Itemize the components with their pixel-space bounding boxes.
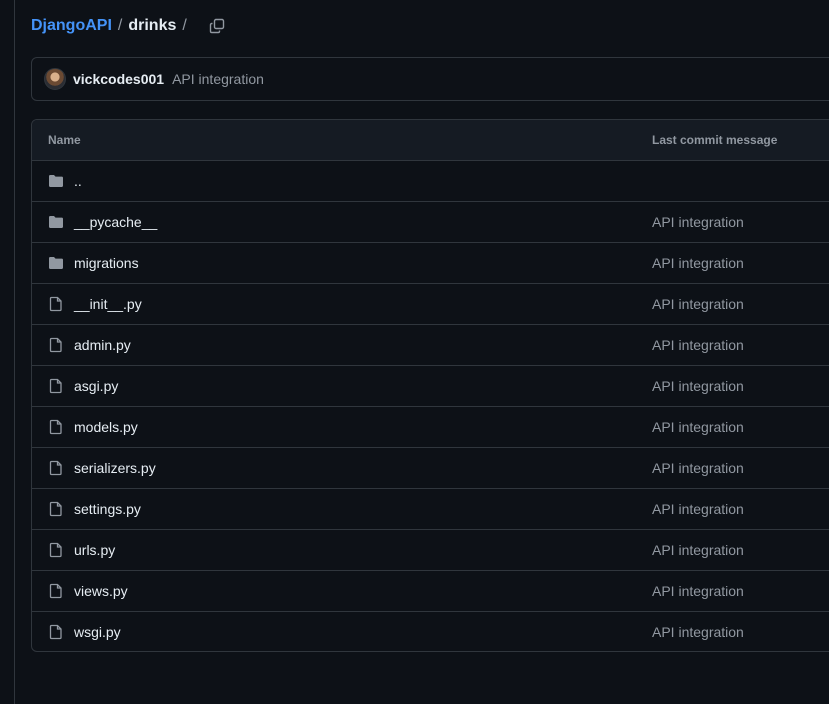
- avatar[interactable]: [44, 68, 66, 90]
- commit-message-link[interactable]: API integration: [652, 624, 744, 640]
- commit-message-link[interactable]: API integration: [652, 542, 744, 558]
- commit-message-link[interactable]: API integration: [652, 337, 744, 353]
- commit-message-link[interactable]: API integration: [652, 419, 744, 435]
- folder-name-link[interactable]: __pycache__: [74, 214, 157, 230]
- file-name-link[interactable]: settings.py: [74, 501, 141, 517]
- table-row[interactable]: wsgi.py API integration: [32, 612, 829, 651]
- file-icon: [48, 296, 64, 312]
- file-name-link[interactable]: models.py: [74, 419, 138, 435]
- left-rail: [0, 0, 15, 704]
- breadcrumb-repo-link[interactable]: DjangoAPI: [31, 17, 112, 35]
- parent-directory-link[interactable]: ..: [74, 173, 82, 189]
- folder-name-link[interactable]: migrations: [74, 255, 139, 271]
- file-icon: [48, 419, 64, 435]
- file-name-link[interactable]: admin.py: [74, 337, 131, 353]
- file-icon: [48, 624, 64, 640]
- table-row[interactable]: models.py API integration: [32, 407, 829, 448]
- file-icon: [48, 583, 64, 599]
- table-header: Name Last commit message: [32, 120, 829, 161]
- file-name-link[interactable]: wsgi.py: [74, 624, 121, 640]
- commit-message-link[interactable]: API integration: [172, 71, 264, 87]
- header-name: Name: [48, 133, 81, 147]
- breadcrumb-separator: /: [117, 17, 123, 34]
- commit-message-link[interactable]: API integration: [652, 378, 744, 394]
- commit-message-link[interactable]: API integration: [652, 255, 744, 271]
- folder-icon: [48, 214, 64, 230]
- table-row[interactable]: asgi.py API integration: [32, 366, 829, 407]
- copy-icon: [209, 18, 225, 34]
- commit-message-link[interactable]: API integration: [652, 214, 744, 230]
- commit-message-link[interactable]: API integration: [652, 296, 744, 312]
- latest-commit-box: vickcodes001 API integration: [31, 57, 829, 101]
- table-row[interactable]: serializers.py API integration: [32, 448, 829, 489]
- commit-message-link[interactable]: API integration: [652, 583, 744, 599]
- table-row[interactable]: __pycache__ API integration: [32, 202, 829, 243]
- file-icon: [48, 460, 64, 476]
- folder-icon: [48, 255, 64, 271]
- copy-path-button[interactable]: [203, 14, 231, 38]
- file-name-link[interactable]: urls.py: [74, 542, 115, 558]
- file-icon: [48, 542, 64, 558]
- breadcrumb-trailing-separator: /: [182, 17, 187, 34]
- file-icon: [48, 501, 64, 517]
- file-name-link[interactable]: views.py: [74, 583, 128, 599]
- parent-directory-row[interactable]: ..: [32, 161, 829, 202]
- file-name-link[interactable]: serializers.py: [74, 460, 156, 476]
- table-row[interactable]: settings.py API integration: [32, 489, 829, 530]
- file-icon: [48, 337, 64, 353]
- table-row[interactable]: admin.py API integration: [32, 325, 829, 366]
- commit-message-link[interactable]: API integration: [652, 501, 744, 517]
- file-name-link[interactable]: __init__.py: [74, 296, 142, 312]
- table-row[interactable]: urls.py API integration: [32, 530, 829, 571]
- file-rows: __pycache__ API integration migrations API …: [32, 202, 829, 651]
- file-name-link[interactable]: asgi.py: [74, 378, 118, 394]
- commit-message-link[interactable]: API integration: [652, 460, 744, 476]
- commit-author-link[interactable]: vickcodes001: [73, 71, 164, 87]
- breadcrumb-current-dir: drinks: [128, 17, 177, 34]
- table-row[interactable]: __init__.py API integration: [32, 284, 829, 325]
- table-row[interactable]: views.py API integration: [32, 571, 829, 612]
- file-icon: [48, 378, 64, 394]
- breadcrumb: DjangoAPI / drinks /: [31, 14, 231, 38]
- file-table: Name Last commit message .. __pycache__ A…: [31, 119, 829, 652]
- table-row[interactable]: migrations API integration: [32, 243, 829, 284]
- folder-icon: [48, 173, 64, 189]
- header-last-commit-message: Last commit message: [652, 133, 778, 147]
